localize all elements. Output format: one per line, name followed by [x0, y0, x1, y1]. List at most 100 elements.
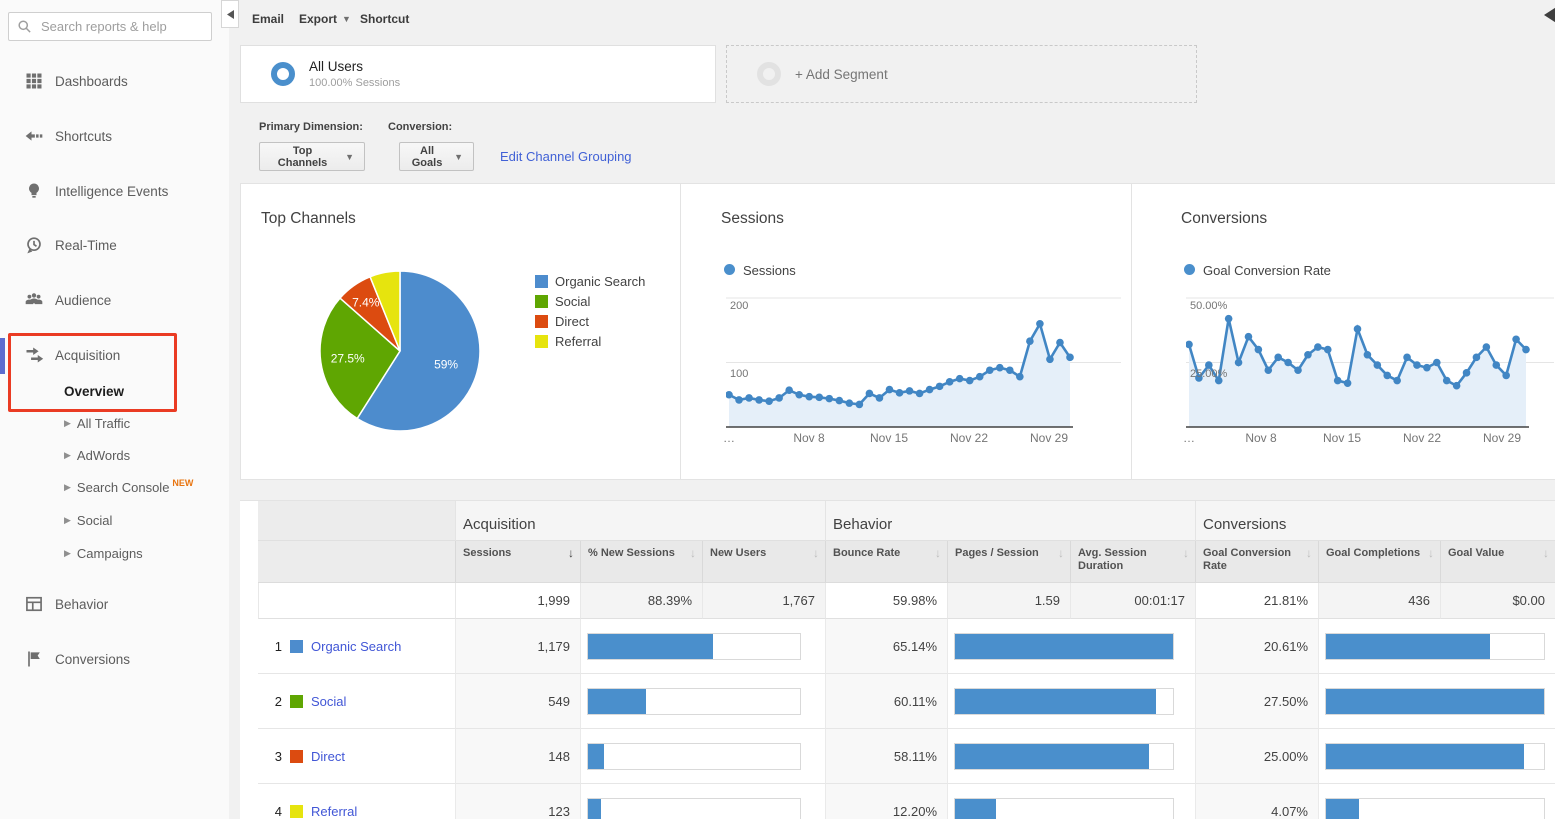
data-point[interactable] — [1512, 335, 1520, 343]
column-header-avg-session-duration[interactable]: Avg. Session Duration↓ — [1070, 541, 1195, 583]
column-header-goal-value[interactable]: Goal Value↓ — [1440, 541, 1555, 583]
data-point[interactable] — [1046, 355, 1054, 363]
data-point[interactable] — [1473, 354, 1481, 362]
sidebar-item-audience[interactable]: Audience — [0, 286, 229, 314]
data-point[interactable] — [1433, 359, 1441, 367]
edit-channel-grouping-link[interactable]: Edit Channel Grouping — [500, 149, 632, 164]
data-point[interactable] — [1393, 377, 1401, 385]
sidebar-subitem-all-traffic[interactable]: ▶All Traffic — [64, 411, 130, 435]
data-point[interactable] — [956, 375, 964, 383]
data-point[interactable] — [1413, 361, 1421, 369]
data-point[interactable] — [1492, 361, 1500, 369]
data-point[interactable] — [1026, 337, 1034, 345]
data-point[interactable] — [1056, 339, 1064, 347]
data-point[interactable] — [1324, 346, 1332, 354]
data-point[interactable] — [876, 394, 884, 402]
data-point[interactable] — [1235, 359, 1243, 367]
data-point[interactable] — [1304, 351, 1312, 359]
column-header-goal-conversion-rate[interactable]: Goal Conversion Rate↓ — [1195, 541, 1318, 583]
data-point[interactable] — [745, 394, 753, 402]
add-segment-button[interactable]: + Add Segment — [726, 45, 1197, 103]
data-point[interactable] — [1443, 377, 1451, 385]
data-point[interactable] — [1036, 320, 1044, 328]
data-point[interactable] — [1006, 366, 1014, 374]
data-point[interactable] — [1314, 343, 1322, 351]
sidebar-item-shortcuts[interactable]: Shortcuts — [0, 122, 229, 150]
data-point[interactable] — [1284, 359, 1292, 367]
data-point[interactable] — [805, 393, 813, 401]
sidebar-item-conversions[interactable]: Conversions — [0, 645, 229, 673]
data-point[interactable] — [1016, 373, 1024, 381]
column-header-goal-completions[interactable]: Goal Completions↓ — [1318, 541, 1440, 583]
data-point[interactable] — [765, 397, 773, 405]
data-point[interactable] — [966, 377, 974, 385]
data-point[interactable] — [1255, 346, 1263, 354]
data-point[interactable] — [1274, 354, 1282, 362]
data-point[interactable] — [906, 387, 914, 395]
sidebar-subitem-social[interactable]: ▶Social — [64, 508, 112, 532]
channel-link[interactable]: Referral — [311, 804, 357, 819]
panel-collapse-icon[interactable] — [1544, 6, 1555, 24]
sidebar-item-acquisition[interactable]: Acquisition — [0, 341, 229, 369]
data-point[interactable] — [1294, 366, 1302, 374]
column-header-bounce-rate[interactable]: Bounce Rate↓ — [825, 541, 947, 583]
channel-link[interactable]: Social — [311, 694, 346, 709]
data-point[interactable] — [1066, 354, 1074, 362]
data-point[interactable] — [1502, 372, 1510, 380]
data-point[interactable] — [856, 401, 864, 409]
data-point[interactable] — [916, 390, 924, 398]
segment-all-users[interactable]: All Users 100.00% Sessions — [240, 45, 716, 103]
channel-link[interactable]: Direct — [311, 749, 345, 764]
data-point[interactable] — [1186, 341, 1193, 349]
sidebar-item-dashboards[interactable]: Dashboards — [0, 67, 229, 95]
data-point[interactable] — [866, 390, 874, 398]
data-point[interactable] — [946, 378, 954, 386]
column-header--new-sessions[interactable]: % New Sessions↓ — [580, 541, 702, 583]
data-point[interactable] — [936, 383, 944, 391]
data-point[interactable] — [996, 364, 1004, 372]
data-point[interactable] — [1483, 343, 1491, 351]
toolbar-shortcut-button[interactable]: Shortcut — [360, 12, 409, 26]
data-point[interactable] — [976, 373, 984, 381]
sidebar-subitem-campaigns[interactable]: ▶Campaigns — [64, 541, 143, 565]
sidebar-item-intelligence-events[interactable]: Intelligence Events — [0, 177, 229, 205]
data-point[interactable] — [1264, 366, 1272, 374]
primary-dimension-dropdown[interactable]: Top Channels ▼ — [259, 142, 365, 171]
sidebar-item-real-time[interactable]: Real-Time — [0, 231, 229, 259]
data-point[interactable] — [886, 386, 894, 394]
data-point[interactable] — [1364, 351, 1372, 359]
data-point[interactable] — [755, 396, 763, 404]
sidebar-subitem-adwords[interactable]: ▶AdWords — [64, 443, 130, 467]
data-point[interactable] — [846, 399, 854, 407]
toolbar-email-button[interactable]: Email — [252, 12, 284, 26]
conversion-dropdown[interactable]: All Goals ▼ — [399, 142, 474, 171]
data-point[interactable] — [1403, 354, 1411, 362]
data-point[interactable] — [775, 394, 783, 402]
search-input[interactable] — [39, 18, 203, 35]
data-point[interactable] — [896, 389, 904, 397]
data-point[interactable] — [735, 396, 743, 404]
sidebar-collapse-button[interactable] — [221, 0, 239, 28]
data-point[interactable] — [825, 395, 833, 403]
data-point[interactable] — [1383, 372, 1391, 380]
data-point[interactable] — [1334, 377, 1342, 385]
data-point[interactable] — [986, 366, 994, 374]
sidebar-subitem-overview[interactable]: Overview — [64, 379, 124, 403]
data-point[interactable] — [1354, 325, 1362, 333]
column-header-pages-session[interactable]: Pages / Session↓ — [947, 541, 1070, 583]
column-header-sessions[interactable]: Sessions↓ — [455, 541, 580, 583]
data-point[interactable] — [1423, 364, 1431, 372]
data-point[interactable] — [795, 391, 803, 399]
data-point[interactable] — [926, 386, 934, 394]
data-point[interactable] — [1522, 346, 1530, 354]
data-point[interactable] — [1225, 315, 1233, 323]
data-point[interactable] — [836, 397, 844, 405]
column-header-new-users[interactable]: New Users↓ — [702, 541, 825, 583]
data-point[interactable] — [1463, 369, 1471, 377]
data-point[interactable] — [1344, 379, 1352, 387]
data-point[interactable] — [1374, 361, 1382, 369]
data-point[interactable] — [815, 394, 823, 402]
channel-link[interactable]: Organic Search — [311, 639, 401, 654]
sidebar-subitem-search-console[interactable]: ▶Search ConsoleNEW — [64, 475, 193, 499]
sidebar-item-behavior[interactable]: Behavior — [0, 590, 229, 618]
